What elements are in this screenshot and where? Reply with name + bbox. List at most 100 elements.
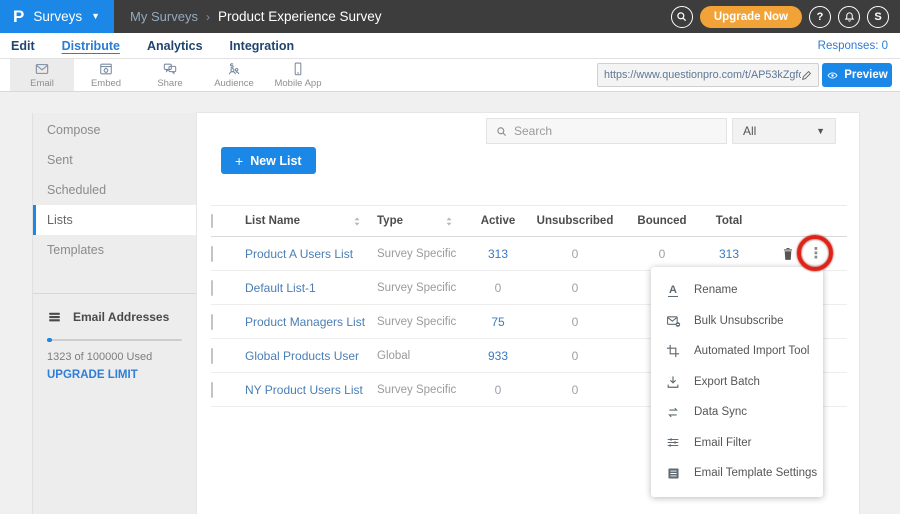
list-search-input[interactable]: [514, 124, 717, 138]
select-all-checkbox[interactable]: [211, 214, 213, 228]
channel-embed[interactable]: Embed: [74, 59, 138, 91]
channel-audience[interactable]: Audience: [202, 59, 266, 91]
email-addresses-title: Email Addresses: [73, 310, 169, 324]
edit-url-pencil-icon[interactable]: [801, 70, 812, 81]
plus-icon: +: [235, 154, 243, 168]
tab-integration[interactable]: Integration: [230, 39, 295, 53]
rename-text-icon: A: [665, 284, 681, 297]
chevron-down-icon: ▼: [816, 127, 825, 136]
envelope-icon: [34, 62, 50, 76]
sidebar-item-templates[interactable]: Templates: [33, 235, 196, 265]
share-bubbles-icon: [162, 62, 178, 76]
header-active: Active: [469, 215, 527, 227]
upgrade-limit-link[interactable]: UPGRADE LIMIT: [47, 369, 182, 381]
row-actions-context-menu: A Rename Bulk Unsubscribe Automated Impo…: [651, 267, 823, 497]
menu-item-data-sync[interactable]: Data Sync: [651, 397, 823, 428]
total-count[interactable]: 313: [701, 247, 757, 261]
channel-email[interactable]: Email: [10, 59, 74, 91]
bounced-count: 0: [623, 247, 701, 261]
active-count: 0: [469, 281, 527, 295]
menu-item-email-filter[interactable]: Email Filter: [651, 428, 823, 459]
list-search-box[interactable]: [486, 118, 727, 144]
list-type: Survey Specific: [377, 282, 469, 294]
row-checkbox[interactable]: [211, 314, 213, 330]
preview-button[interactable]: Preview: [822, 63, 892, 87]
menu-item-rename[interactable]: A Rename: [651, 275, 823, 306]
menu-item-label: Data Sync: [694, 406, 747, 418]
table-header-row: List Name Type Active Unsubscribed Bounc…: [211, 205, 847, 237]
filter-sliders-icon: [665, 436, 681, 449]
sidebar-item-lists[interactable]: Lists: [33, 205, 196, 235]
row-checkbox[interactable]: [211, 382, 213, 398]
sidebar-item-compose[interactable]: Compose: [33, 115, 196, 145]
sidebar-items: Compose Sent Scheduled Lists Templates: [33, 113, 196, 265]
sort-icon[interactable]: [445, 216, 453, 227]
unsubscribed-count: 0: [527, 281, 623, 295]
header-unsubscribed: Unsubscribed: [527, 215, 623, 227]
menu-item-label: Email Template Settings: [694, 467, 817, 479]
active-count[interactable]: 933: [469, 349, 527, 363]
active-count: 0: [469, 383, 527, 397]
row-checkbox[interactable]: [211, 348, 213, 364]
list-name-link[interactable]: Product A Users List: [245, 247, 377, 261]
active-count[interactable]: 75: [469, 315, 527, 329]
unsubscribed-count: 0: [527, 383, 623, 397]
list-filter-dropdown[interactable]: All ▼: [732, 118, 836, 144]
notifications-button[interactable]: [838, 6, 860, 28]
list-filter-value: All: [743, 124, 756, 138]
search-icon: [496, 126, 507, 137]
menu-item-label: Email Filter: [694, 437, 752, 449]
menu-item-label: Automated Import Tool: [694, 345, 810, 357]
help-button[interactable]: ?: [809, 6, 831, 28]
list-name-link[interactable]: Global Products User: [245, 349, 377, 363]
channel-mobile-app-label: Mobile App: [274, 78, 321, 89]
list-name-link[interactable]: Default List-1: [245, 281, 377, 295]
list-type: Survey Specific: [377, 316, 469, 328]
survey-url-field[interactable]: [597, 63, 819, 87]
sort-icon[interactable]: [353, 216, 361, 227]
preview-button-label: Preview: [844, 69, 887, 81]
row-checkbox[interactable]: [211, 246, 213, 262]
channel-mobile-app[interactable]: Mobile App: [266, 59, 330, 91]
header-bounced: Bounced: [623, 215, 701, 227]
list-type: Survey Specific: [377, 248, 469, 260]
list-name-link[interactable]: NY Product Users List: [245, 383, 377, 397]
bell-icon: [844, 11, 855, 23]
product-switcher[interactable]: P Surveys ▼: [0, 0, 114, 33]
survey-url-input[interactable]: [604, 69, 801, 81]
sidebar-item-scheduled[interactable]: Scheduled: [33, 175, 196, 205]
channel-share[interactable]: Share: [138, 59, 202, 91]
stacked-list-icon: [47, 311, 62, 324]
menu-item-email-template-settings[interactable]: Email Template Settings: [651, 458, 823, 489]
row-actions-menu-button[interactable]: ⋮: [801, 246, 831, 261]
list-type: Global: [377, 350, 469, 362]
global-search-button[interactable]: [671, 6, 693, 28]
row-checkbox[interactable]: [211, 280, 213, 296]
email-usage-progress-fill: [47, 338, 52, 342]
sidebar-item-sent[interactable]: Sent: [33, 145, 196, 175]
menu-item-automated-import-tool[interactable]: Automated Import Tool: [651, 336, 823, 367]
upgrade-now-button[interactable]: Upgrade Now: [700, 6, 802, 28]
menu-item-export-batch[interactable]: Export Batch: [651, 367, 823, 398]
download-icon: [665, 375, 681, 389]
account-avatar[interactable]: S: [867, 6, 889, 28]
questionpro-logo: P: [13, 8, 24, 25]
menu-item-bulk-unsubscribe[interactable]: Bulk Unsubscribe: [651, 306, 823, 337]
active-count[interactable]: 313: [469, 247, 527, 261]
chevron-down-icon: ▼: [91, 12, 100, 21]
tab-analytics[interactable]: Analytics: [147, 39, 203, 53]
channel-email-label: Email: [30, 78, 54, 89]
responses-count: Responses: 0: [818, 40, 900, 52]
distribute-toolbar: Email Embed Share Audience Mobile App: [0, 59, 900, 92]
unsubscribed-count: 0: [527, 247, 623, 261]
tab-distribute[interactable]: Distribute: [62, 39, 120, 53]
channel-embed-label: Embed: [91, 78, 121, 89]
new-list-button[interactable]: + New List: [221, 147, 316, 174]
delete-list-button[interactable]: [775, 247, 801, 261]
list-type: Survey Specific: [377, 384, 469, 396]
tab-edit[interactable]: Edit: [11, 39, 35, 53]
header-type: Type: [377, 215, 403, 227]
list-name-link[interactable]: Product Managers List: [245, 315, 377, 329]
breadcrumb-my-surveys[interactable]: My Surveys: [130, 9, 198, 24]
sync-arrows-icon: [665, 406, 681, 419]
